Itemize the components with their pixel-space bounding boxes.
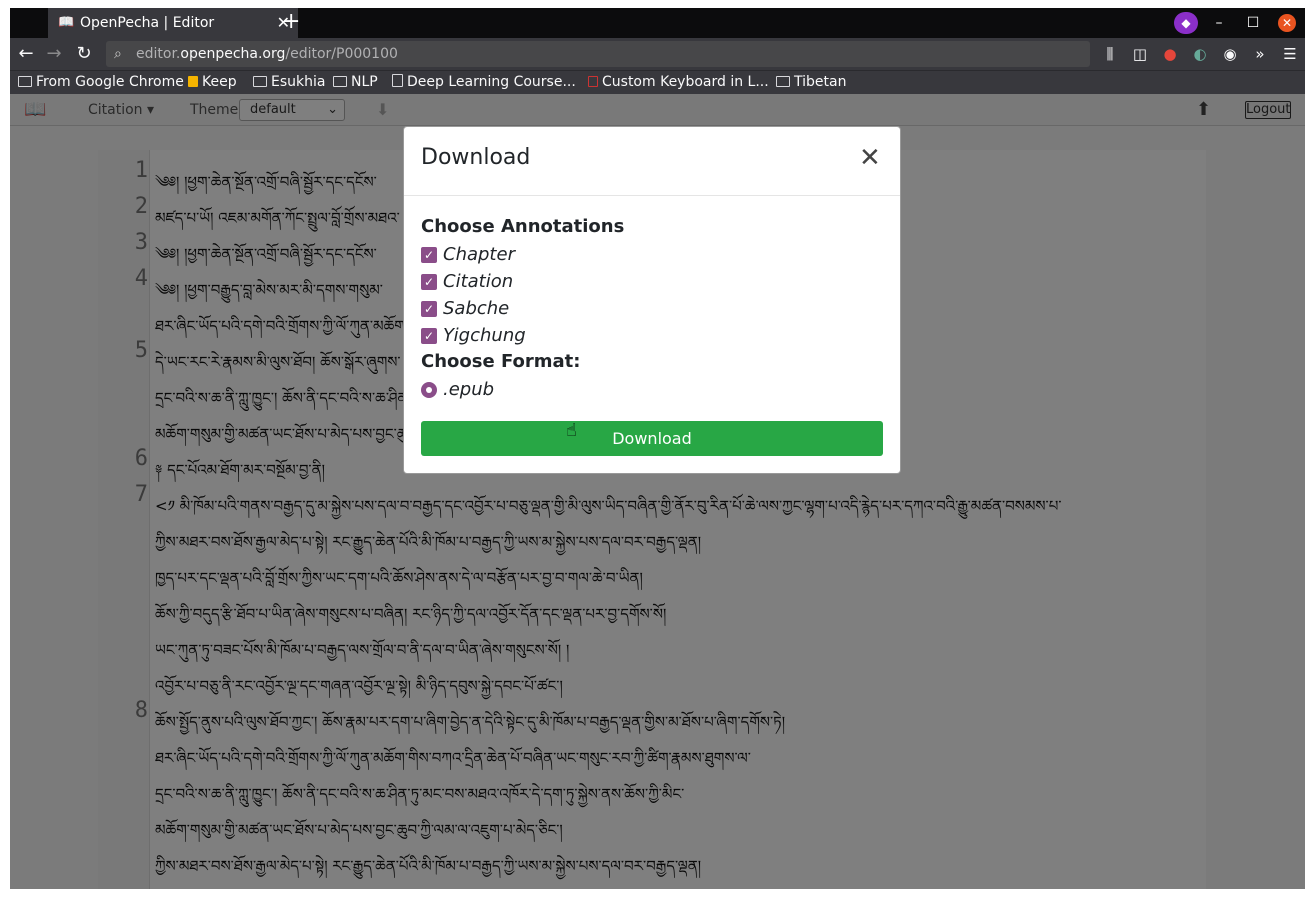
checkbox-checked-icon[interactable]: ✓ [421, 247, 437, 263]
account-icon[interactable]: ◉ [1219, 42, 1241, 66]
url-prefix: editor. [136, 46, 181, 62]
checkbox-checked-icon[interactable]: ✓ [421, 328, 437, 344]
tomato-icon[interactable]: ● [1159, 42, 1181, 66]
option-label: Chapter [443, 244, 515, 265]
keep-icon [188, 76, 198, 87]
bookmark-label: Esukhia [271, 74, 326, 90]
modal-header: Download ✕ [404, 127, 900, 196]
private-mask-icon: ◆ [1174, 12, 1198, 34]
url-path: /editor/P000100 [285, 46, 398, 62]
bookmarks-bar: From Google Chrome Keep Esukhia NLP Deep… [10, 70, 1305, 94]
bookmark-label: Deep Learning Course... [407, 74, 576, 90]
option-label: Sabche [443, 298, 510, 319]
option-label: .epub [443, 379, 495, 400]
bookmark-esukhia[interactable]: Esukhia [253, 71, 325, 95]
search-icon: ⌕ [114, 46, 122, 62]
option-label: Citation [443, 271, 514, 292]
bookmark-nlp[interactable]: NLP [333, 71, 378, 95]
mouse-cursor-icon: ☝ [566, 420, 577, 441]
bookmark-label: NLP [351, 74, 378, 90]
menu-icon[interactable]: ☰ [1279, 42, 1301, 66]
bookmark-from-google-chrome[interactable]: From Google Chrome [18, 71, 184, 95]
annotations-heading: Choose Annotations [421, 216, 625, 237]
library-icon[interactable]: ⫼ [1099, 42, 1121, 66]
bookmark-deep-learning[interactable]: Deep Learning Course... [392, 71, 576, 95]
extension-icon[interactable]: ◐ [1189, 42, 1211, 66]
bookmark-label: From Google Chrome [36, 74, 184, 90]
new-tab-button[interactable]: + [282, 8, 300, 36]
back-icon[interactable]: ← [14, 42, 38, 66]
tab-bar: 📖 OpenPecha | Editor ✕ + ◆ – ☐ ✕ [10, 8, 1305, 38]
tab-title: OpenPecha | Editor [80, 15, 215, 31]
browser-window: 📖 OpenPecha | Editor ✕ + ◆ – ☐ ✕ ← → ↻ ⌕… [10, 8, 1305, 889]
overflow-icon[interactable]: » [1249, 42, 1271, 66]
bookmark-label: Custom Keyboard in L... [602, 74, 769, 90]
option-label: Yigchung [443, 325, 526, 346]
url-bar[interactable]: ⌕ editor.openpecha.org/editor/P000100 [106, 41, 1090, 67]
download-button[interactable]: Download [421, 421, 883, 456]
navigation-bar: ← → ↻ ⌕ editor.openpecha.org/editor/P000… [10, 38, 1305, 70]
url-domain: openpecha.org [180, 46, 286, 62]
bookmark-custom-keyboard[interactable]: Custom Keyboard in L... [588, 71, 769, 95]
tab-editor[interactable]: 📖 OpenPecha | Editor ✕ [48, 8, 298, 38]
bookmark-label: Keep [202, 74, 237, 90]
maximize-button[interactable]: ☐ [1238, 8, 1268, 38]
folder-icon [253, 76, 267, 87]
reload-icon[interactable]: ↻ [72, 42, 96, 66]
sidebar-icon[interactable]: ◫ [1129, 42, 1151, 66]
modal-title: Download [421, 145, 531, 170]
checkbox-checked-icon[interactable]: ✓ [421, 274, 437, 290]
close-icon[interactable]: ✕ [859, 143, 881, 173]
book-icon: 📖 [58, 15, 75, 30]
format-heading: Choose Format: [421, 351, 581, 372]
bookmark-keep[interactable]: Keep [188, 71, 237, 95]
page-icon [392, 74, 403, 87]
download-modal: Download ✕ Choose Annotations ✓ Chapter … [403, 126, 901, 474]
folder-icon [333, 76, 347, 87]
folder-icon [18, 76, 32, 87]
checkbox-checked-icon[interactable]: ✓ [421, 301, 437, 317]
minimize-button[interactable]: – [1204, 8, 1234, 38]
bookmark-label: Tibetan [794, 74, 847, 90]
bookmark-tibetan[interactable]: Tibetan [776, 71, 846, 95]
radio-selected-icon[interactable] [421, 382, 437, 398]
close-window-button[interactable]: ✕ [1278, 14, 1296, 32]
forward-icon[interactable]: → [42, 42, 66, 66]
page-icon [588, 76, 598, 87]
folder-icon [776, 76, 790, 87]
